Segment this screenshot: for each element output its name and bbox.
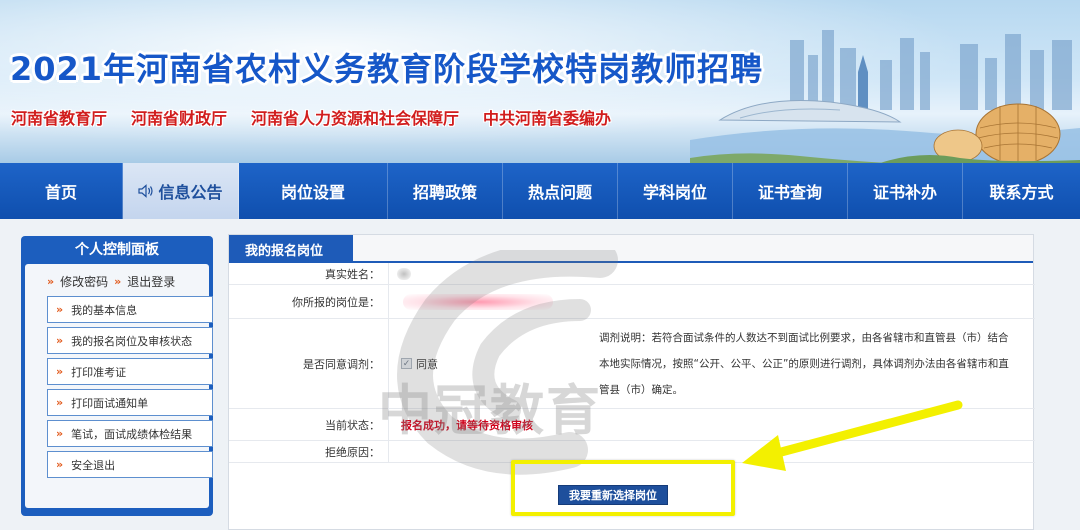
menu-application-status[interactable]: » 我的报名岗位及审核状态 bbox=[47, 327, 213, 354]
applied-position-label: 你所报的岗位是： bbox=[229, 285, 389, 318]
row-reject-reason: 拒绝原因： bbox=[229, 441, 1035, 463]
double-chevron-icon: » bbox=[56, 396, 64, 409]
logout-link[interactable]: 退出登录 bbox=[127, 273, 175, 290]
adjustment-note: 调剂说明：若符合面试条件的人数达不到面试比例要求，由各省辖市和直管县（市）结合本… bbox=[599, 332, 1009, 396]
row-applied-position: 你所报的岗位是： bbox=[229, 285, 1035, 319]
nav-faq[interactable]: 热点问题 bbox=[503, 163, 618, 219]
nav-home[interactable]: 首页 bbox=[0, 163, 123, 219]
row-real-name: 真实姓名： bbox=[229, 263, 1035, 285]
banner-title: 2021年河南省农村义务教育阶段学校特岗教师招聘 bbox=[10, 50, 764, 88]
applied-position-value bbox=[389, 285, 1035, 318]
status-text: 报名成功，请等待资格审核 bbox=[401, 418, 533, 432]
nav-certificate-reissue[interactable]: 证书补办 bbox=[848, 163, 963, 219]
row-adjustment: 是否同意调剂： ✓ 同意 调剂说明：若符合面试条件的人数达不到面试比例要求，由各… bbox=[229, 319, 1035, 409]
menu-basic-info[interactable]: » 我的基本信息 bbox=[47, 296, 213, 323]
nav-announcements[interactable]: 信息公告 bbox=[123, 163, 239, 219]
adjustment-value: ✓ 同意 调剂说明：若符合面试条件的人数达不到面试比例要求，由各省辖市和直管县（… bbox=[389, 319, 1035, 408]
menu-exam-results-label: 笔试，面试成绩体检结果 bbox=[71, 427, 193, 441]
nav-announcements-label: 信息公告 bbox=[158, 183, 223, 202]
real-name-value bbox=[389, 263, 1035, 284]
double-chevron-icon: » bbox=[56, 303, 64, 316]
double-chevron-icon: » bbox=[56, 458, 64, 471]
agree-label: 同意 bbox=[416, 357, 438, 371]
agree-checkbox-group: ✓ 同意 bbox=[401, 356, 601, 372]
menu-print-interview-notice[interactable]: » 打印面试通知单 bbox=[47, 389, 213, 416]
menu-application-status-label: 我的报名岗位及审核状态 bbox=[71, 334, 193, 348]
tab-bar: 我的报名岗位 bbox=[229, 235, 1033, 263]
row-current-status: 当前状态： 报名成功，请等待资格审核 bbox=[229, 409, 1035, 441]
redacted-name bbox=[397, 268, 411, 280]
adjustment-label: 是否同意调剂： bbox=[229, 319, 389, 408]
nav-certificate-query[interactable]: 证书查询 bbox=[733, 163, 848, 219]
panel-title: 个人控制面板 bbox=[75, 242, 159, 258]
nav-home-label: 首页 bbox=[44, 183, 77, 202]
nav-subjects-label: 学科岗位 bbox=[642, 183, 707, 202]
menu-print-interview-notice-label: 打印面试通知单 bbox=[71, 396, 149, 410]
nav-positions[interactable]: 岗位设置 bbox=[239, 163, 388, 219]
nav-policy[interactable]: 招聘政策 bbox=[388, 163, 503, 219]
speaker-icon bbox=[138, 184, 154, 198]
department-links: 河南省教育厅 河南省财政厅 河南省人力资源和社会保障厅 中共河南省委编办 bbox=[11, 105, 611, 129]
nav-certificate-reissue-label: 证书补办 bbox=[872, 183, 937, 202]
double-chevron-icon: » bbox=[56, 427, 64, 440]
menu-safe-logout[interactable]: » 安全退出 bbox=[47, 451, 213, 478]
menu-exam-results[interactable]: » 笔试，面试成绩体检结果 bbox=[47, 420, 213, 447]
nav-policy-label: 招聘政策 bbox=[412, 183, 477, 202]
double-chevron-icon: » bbox=[47, 274, 55, 288]
quick-links: » 修改密码 » 退出登录 bbox=[25, 270, 209, 292]
current-status-label: 当前状态： bbox=[229, 409, 389, 440]
reject-reason-label: 拒绝原因： bbox=[229, 441, 389, 462]
menu-safe-logout-label: 安全退出 bbox=[71, 458, 116, 472]
nav-faq-label: 热点问题 bbox=[527, 183, 592, 202]
dept-human-resources[interactable]: 河南省人力资源和社会保障厅 bbox=[251, 105, 459, 129]
dept-staffing-office[interactable]: 中共河南省委编办 bbox=[483, 105, 611, 129]
nav-certificate-query-label: 证书查询 bbox=[757, 183, 822, 202]
current-status-value: 报名成功，请等待资格审核 bbox=[389, 409, 1035, 440]
menu-basic-info-label: 我的基本信息 bbox=[71, 303, 138, 317]
main-nav: 首页 信息公告 岗位设置 招聘政策 热点问题 学科岗位 证书查询 证书补办 联系… bbox=[0, 163, 1080, 219]
double-chevron-icon: » bbox=[114, 274, 122, 288]
tab-my-application[interactable]: 我的报名岗位 bbox=[229, 235, 353, 263]
reselect-position-button[interactable]: 我要重新选择岗位 bbox=[558, 485, 668, 505]
panel-body: » 修改密码 » 退出登录 » 我的基本信息 » 我的报名岗位及审核状态 » 打… bbox=[25, 264, 213, 508]
dept-education[interactable]: 河南省教育厅 bbox=[11, 105, 107, 129]
nav-contact-label: 联系方式 bbox=[989, 183, 1054, 202]
change-password-link[interactable]: 修改密码 bbox=[60, 273, 108, 290]
double-chevron-icon: » bbox=[56, 365, 64, 378]
nav-positions-label: 岗位设置 bbox=[280, 183, 345, 202]
reject-reason-value bbox=[389, 441, 1035, 462]
application-content: 我的报名岗位 真实姓名： 你所报的岗位是： 是否同意调剂： ✓ 同意 调剂说明：… bbox=[228, 234, 1035, 530]
agree-checkbox[interactable]: ✓ bbox=[401, 358, 412, 369]
personal-control-panel: 个人控制面板 » 修改密码 » 退出登录 » 我的基本信息 » 我的报名岗位及审… bbox=[21, 236, 213, 516]
redacted-position bbox=[403, 294, 553, 310]
double-chevron-icon: » bbox=[56, 334, 64, 347]
menu-print-admission-ticket[interactable]: » 打印准考证 bbox=[47, 358, 213, 385]
real-name-label: 真实姓名： bbox=[229, 263, 389, 284]
nav-subjects[interactable]: 学科岗位 bbox=[618, 163, 733, 219]
menu-print-admission-ticket-label: 打印准考证 bbox=[71, 365, 127, 379]
nav-contact[interactable]: 联系方式 bbox=[963, 163, 1080, 219]
header-banner: 2021年河南省农村义务教育阶段学校特岗教师招聘 河南省教育厅 河南省财政厅 河… bbox=[0, 0, 1080, 163]
dept-finance[interactable]: 河南省财政厅 bbox=[131, 105, 227, 129]
